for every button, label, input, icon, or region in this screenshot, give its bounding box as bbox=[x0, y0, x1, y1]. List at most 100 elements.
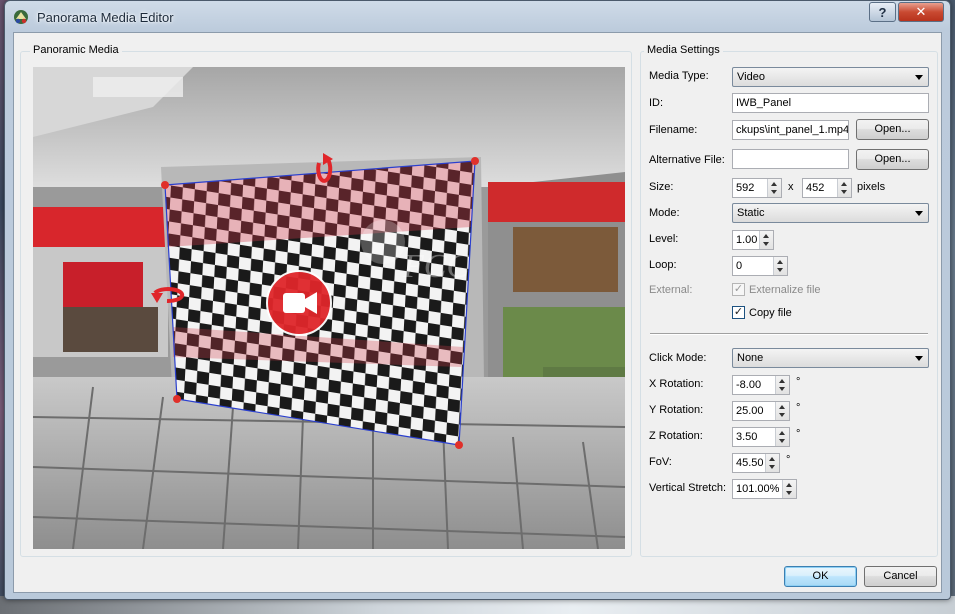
size-label: Size: bbox=[649, 181, 674, 193]
panoramic-media-title: Panoramic Media bbox=[30, 44, 122, 56]
fov-stepper[interactable]: 45.50 bbox=[732, 453, 780, 473]
chevron-down-icon bbox=[763, 242, 769, 246]
chevron-down-icon bbox=[771, 190, 777, 194]
vertical-stretch-value: 101.00% bbox=[736, 483, 780, 495]
filename-field[interactable]: ckups\int_panel_1.mp4 bbox=[732, 120, 849, 140]
corner-handle-bottom-right[interactable] bbox=[455, 441, 463, 449]
mode-label: Mode: bbox=[649, 207, 680, 219]
stepper-buttons[interactable] bbox=[837, 179, 851, 197]
mode-value: Static bbox=[737, 207, 765, 219]
level-label: Level: bbox=[649, 233, 679, 245]
chevron-down-icon bbox=[915, 75, 923, 80]
stepper-buttons[interactable] bbox=[775, 402, 789, 420]
window-title: Panorama Media Editor bbox=[37, 9, 174, 25]
media-settings-title: Media Settings bbox=[644, 44, 723, 56]
panorama-preview[interactable]: FCC bbox=[33, 67, 625, 549]
vertical-stretch-stepper[interactable]: 101.00% bbox=[732, 479, 797, 499]
click-mode-dropdown[interactable]: None bbox=[732, 348, 929, 368]
external-label: External: bbox=[649, 284, 693, 296]
level-value: 1.00 bbox=[736, 234, 758, 246]
video-camera-icon[interactable] bbox=[266, 270, 332, 336]
chevron-down-icon bbox=[769, 465, 775, 469]
media-type-value: Video bbox=[737, 71, 765, 83]
chevron-down-icon bbox=[779, 387, 785, 391]
chevron-up-icon bbox=[779, 379, 785, 383]
x-rotation-unit: ° bbox=[796, 376, 801, 388]
x-rotation-label: X Rotation: bbox=[649, 378, 704, 390]
size-unit-label: pixels bbox=[857, 181, 886, 193]
x-rotation-value: -8.00 bbox=[736, 379, 762, 391]
y-rotation-unit: ° bbox=[796, 402, 801, 414]
loop-label: Loop: bbox=[649, 259, 677, 271]
chevron-down-icon bbox=[779, 439, 785, 443]
chevron-up-icon bbox=[777, 260, 783, 264]
chevron-down-icon bbox=[786, 491, 792, 495]
loop-stepper[interactable]: 0 bbox=[732, 256, 788, 276]
chevron-down-icon bbox=[779, 413, 785, 417]
z-rotation-stepper[interactable]: 3.50 bbox=[732, 427, 790, 447]
filename-open-button[interactable]: Open... bbox=[856, 119, 929, 140]
stepper-buttons[interactable] bbox=[767, 179, 781, 197]
chevron-up-icon bbox=[779, 405, 785, 409]
size-height-stepper[interactable]: 452 bbox=[802, 178, 852, 198]
alternative-file-label: Alternative File: bbox=[649, 154, 725, 166]
help-button[interactable]: ? bbox=[869, 2, 896, 22]
chevron-up-icon bbox=[779, 431, 785, 435]
chevron-up-icon bbox=[763, 234, 769, 238]
chevron-down-icon bbox=[915, 211, 923, 216]
corner-handle-top-left[interactable] bbox=[161, 181, 169, 189]
mode-dropdown[interactable]: Static bbox=[732, 203, 929, 223]
fov-value: 45.50 bbox=[736, 457, 764, 469]
filename-label: Filename: bbox=[649, 124, 698, 136]
panel-logo-text: FCC bbox=[402, 248, 469, 285]
level-stepper[interactable]: 1.00 bbox=[732, 230, 774, 250]
click-mode-value: None bbox=[737, 352, 764, 364]
stepper-buttons[interactable] bbox=[782, 480, 796, 498]
chevron-up-icon bbox=[841, 182, 847, 186]
size-x-label: x bbox=[788, 181, 794, 193]
media-type-dropdown[interactable]: Video bbox=[732, 67, 929, 87]
x-rotation-stepper[interactable]: -8.00 bbox=[732, 375, 790, 395]
y-rotation-label: Y Rotation: bbox=[649, 404, 704, 416]
corner-handle-bottom-left[interactable] bbox=[173, 395, 181, 403]
fov-unit: ° bbox=[786, 454, 791, 466]
z-rotation-label: Z Rotation: bbox=[649, 430, 703, 442]
stepper-buttons[interactable] bbox=[759, 231, 773, 249]
alternative-file-open-button[interactable]: Open... bbox=[856, 149, 929, 170]
chevron-down-icon bbox=[841, 190, 847, 194]
panorama-media-editor-window: Panorama Media Editor ? ✕ Panoramic Medi… bbox=[4, 0, 951, 600]
stepper-buttons[interactable] bbox=[765, 454, 779, 472]
stepper-buttons[interactable] bbox=[775, 428, 789, 446]
id-field[interactable]: IWB_Panel bbox=[732, 93, 929, 113]
id-label: ID: bbox=[649, 97, 664, 109]
stepper-buttons[interactable] bbox=[775, 376, 789, 394]
copy-file-checkbox[interactable]: ✓ bbox=[732, 306, 745, 319]
ok-button[interactable]: OK bbox=[784, 566, 857, 587]
chevron-down-icon bbox=[777, 268, 783, 272]
vertical-stretch-label: Vertical Stretch: bbox=[649, 482, 727, 494]
dialog-client-area: Panoramic Media FCC Media Settings Media… bbox=[13, 32, 942, 593]
corner-handle-top-right[interactable] bbox=[471, 157, 479, 165]
externalize-file-label: Externalize file bbox=[749, 284, 821, 296]
size-width-stepper[interactable]: 592 bbox=[732, 178, 782, 198]
settings-separator bbox=[650, 333, 928, 335]
chevron-down-icon bbox=[915, 356, 923, 361]
y-rotation-stepper[interactable]: 25.00 bbox=[732, 401, 790, 421]
copy-file-label: Copy file bbox=[749, 307, 792, 319]
chevron-up-icon bbox=[786, 483, 792, 487]
close-button[interactable]: ✕ bbox=[898, 2, 944, 22]
click-mode-label: Click Mode: bbox=[649, 352, 707, 364]
media-type-label: Media Type: bbox=[649, 70, 709, 82]
loop-value: 0 bbox=[736, 260, 743, 272]
cancel-button[interactable]: Cancel bbox=[864, 566, 937, 587]
z-rotation-value: 3.50 bbox=[736, 431, 758, 443]
app-logo-icon bbox=[13, 9, 29, 25]
alternative-file-field[interactable] bbox=[732, 149, 849, 169]
fov-label: FoV: bbox=[649, 456, 672, 468]
size-height-value: 452 bbox=[806, 182, 825, 194]
stepper-buttons[interactable] bbox=[773, 257, 787, 275]
z-rotation-unit: ° bbox=[796, 428, 801, 440]
title-bar[interactable]: Panorama Media Editor ? ✕ bbox=[5, 1, 950, 33]
panorama-scene[interactable]: FCC bbox=[33, 67, 625, 549]
externalize-file-checkbox[interactable]: ✓ bbox=[732, 283, 745, 296]
